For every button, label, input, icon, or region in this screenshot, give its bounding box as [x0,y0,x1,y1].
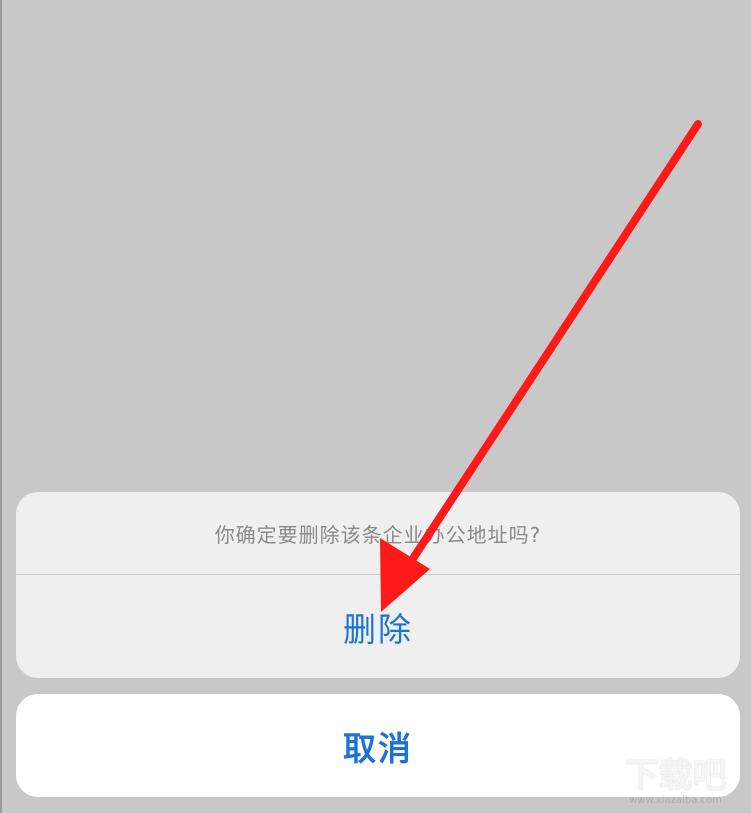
action-sheet: 你确定要删除该条企业办公地址吗? 删除 [16,492,740,678]
watermark-logo: 下载吧 [624,756,727,796]
delete-button[interactable]: 删除 [16,575,740,678]
screen-left-edge [0,0,2,813]
action-sheet-message: 你确定要删除该条企业办公地址吗? [214,522,542,547]
annotation-arrow [380,120,702,612]
watermark-url: www.xiazaiba.com [629,795,722,806]
watermark: 下载吧 www.xiazaiba.com [608,757,743,807]
